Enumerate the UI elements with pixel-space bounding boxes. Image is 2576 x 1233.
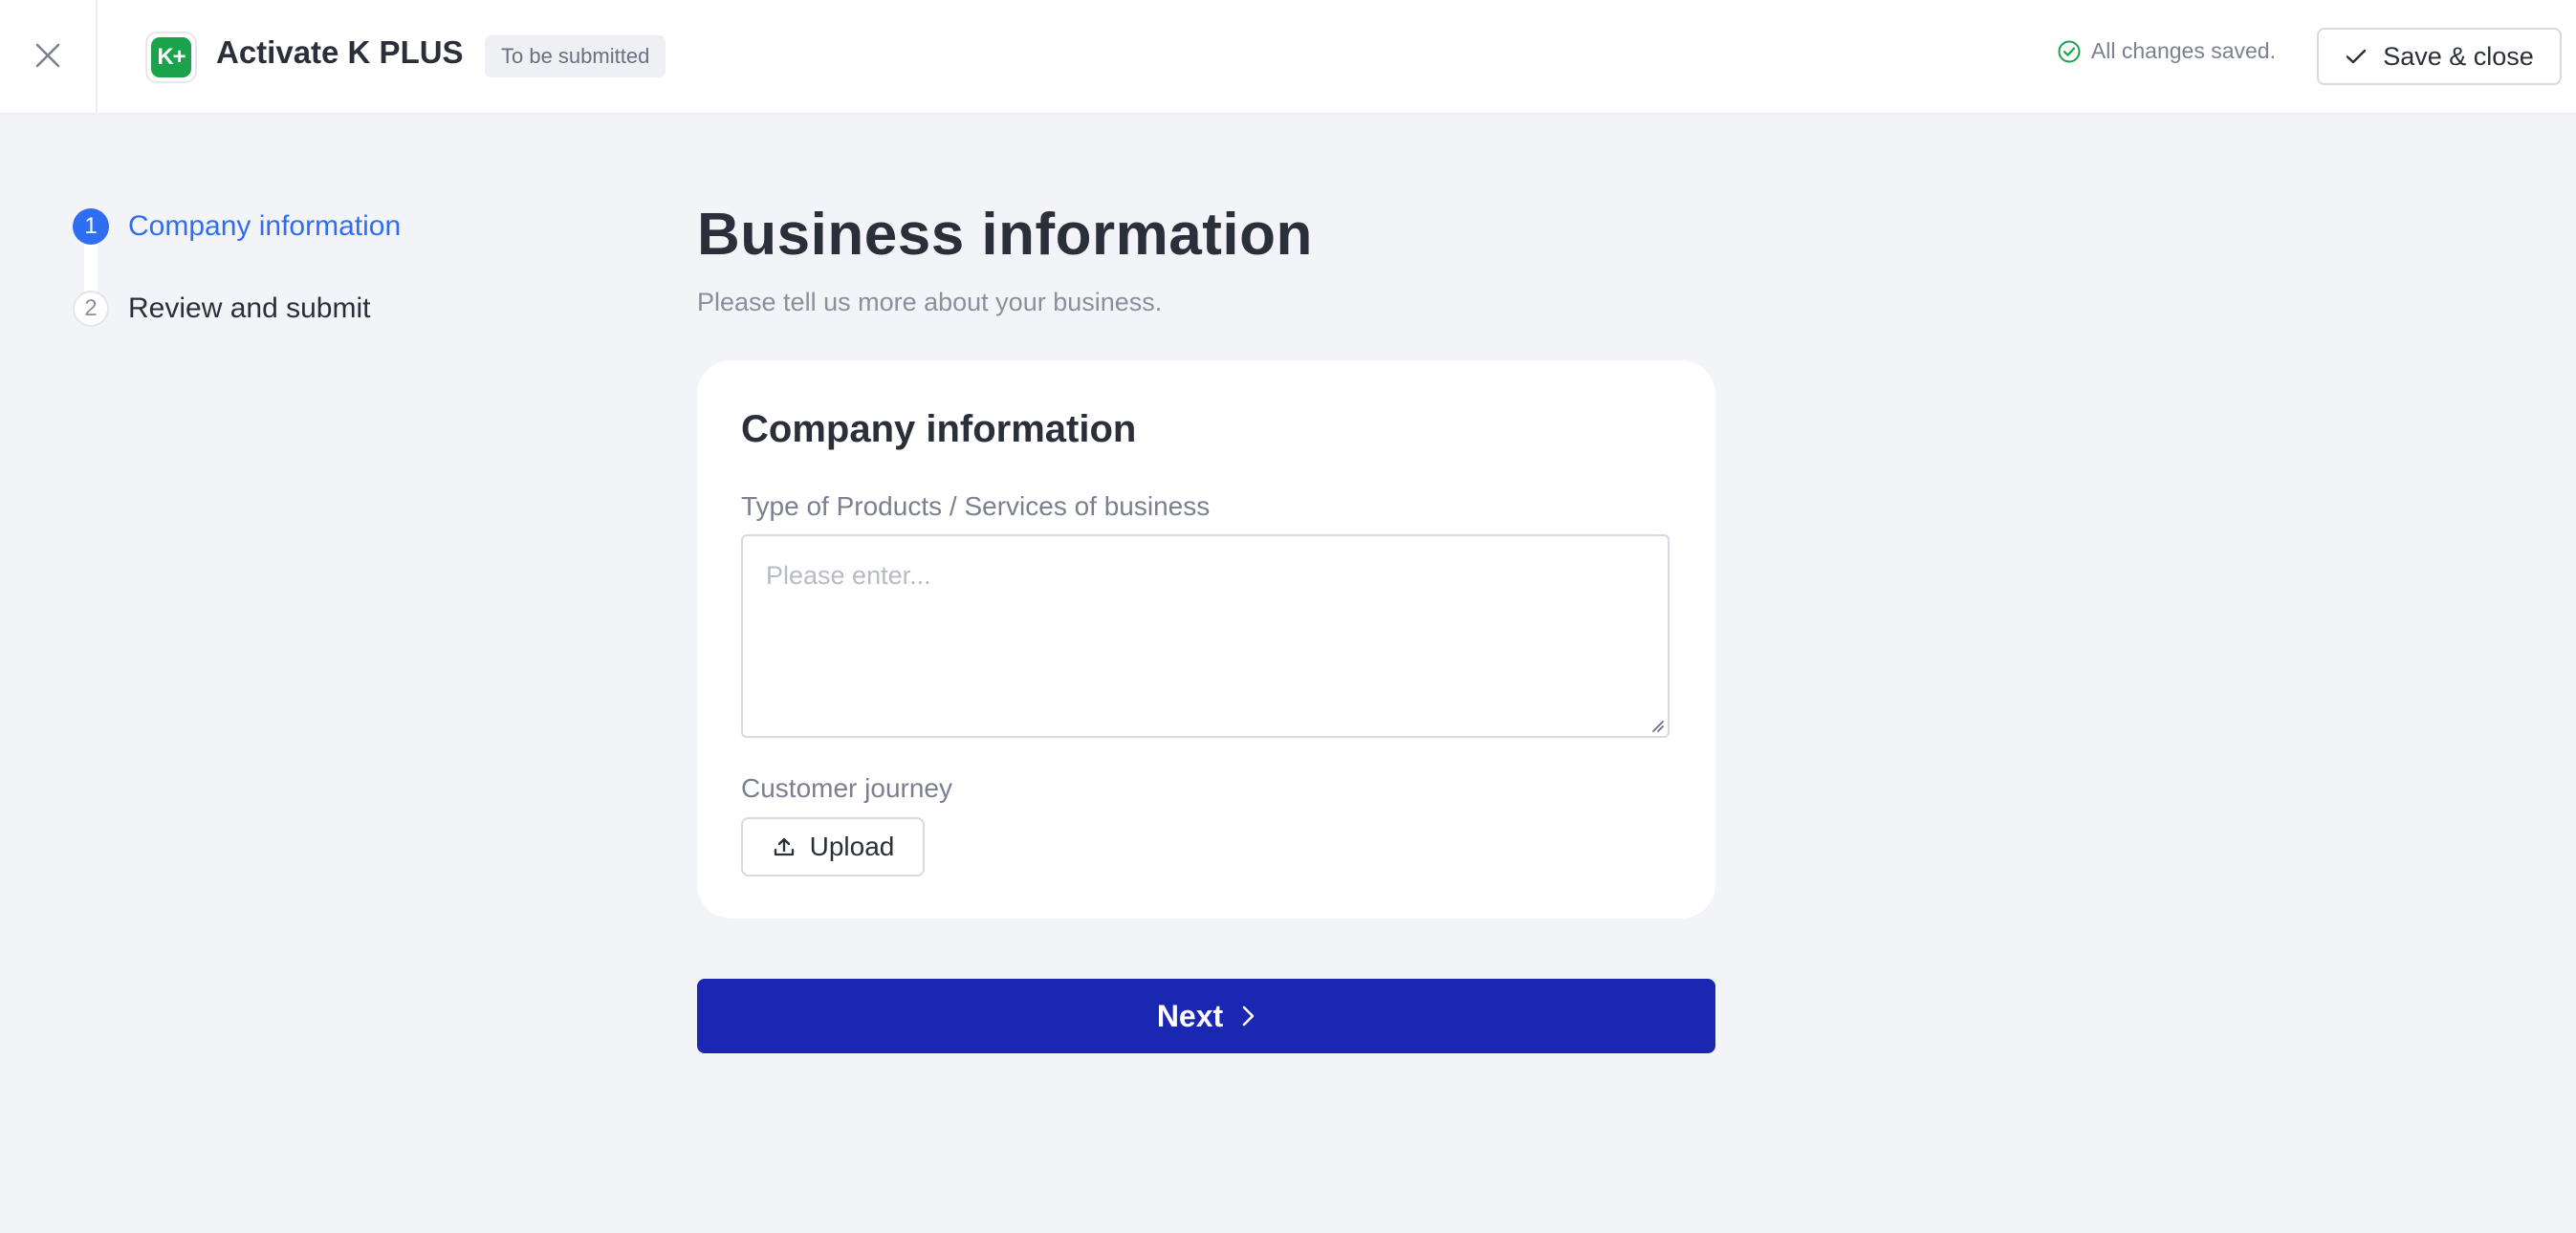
save-and-close-button[interactable]: Save & close [2317,28,2562,85]
app-logo-mark: K+ [151,37,191,77]
close-button[interactable] [0,0,98,115]
products-services-label: Type of Products / Services of business [741,491,1211,521]
company-information-card: Company information Type of Products / S… [697,360,1715,919]
app-title: Activate K PLUS [216,34,464,70]
products-services-textarea[interactable]: Please enter... [741,534,1670,738]
step-number: 1 [73,208,109,245]
page-title: Business information [697,202,1313,268]
stepper-connector [84,245,98,292]
card-title: Company information [741,408,1137,450]
top-bar: K+ Activate K PLUS To be submitted All c… [0,0,2576,115]
upload-label: Upload [809,832,895,861]
page-subtitle: Please tell us more about your business. [697,288,1163,316]
step-label: Company information [128,210,402,242]
status-badge: To be submitted [485,35,666,77]
app-logo: K+ [145,32,197,83]
save-status: All changes saved. [2057,38,2276,64]
upload-icon [772,834,797,859]
next-label: Next [1156,998,1224,1033]
step-review-and-submit[interactable]: 2 Review and submit [73,291,370,327]
upload-button[interactable]: Upload [741,817,925,876]
resize-handle-icon[interactable] [1648,717,1664,732]
textarea-placeholder: Please enter... [766,561,931,590]
chevron-right-icon [1240,1005,1255,1028]
customer-journey-label: Customer journey [741,773,952,803]
check-icon [2345,47,2368,66]
step-company-information[interactable]: 1 Company information [73,208,401,245]
main-content: Business information Please tell us more… [697,201,1715,1053]
check-circle-icon [2057,39,2082,64]
step-label: Review and submit [128,292,371,324]
step-number: 2 [73,291,109,327]
save-status-text: All changes saved. [2090,38,2276,63]
next-button[interactable]: Next [697,979,1715,1053]
close-icon [34,42,61,74]
save-and-close-label: Save & close [2383,41,2534,71]
